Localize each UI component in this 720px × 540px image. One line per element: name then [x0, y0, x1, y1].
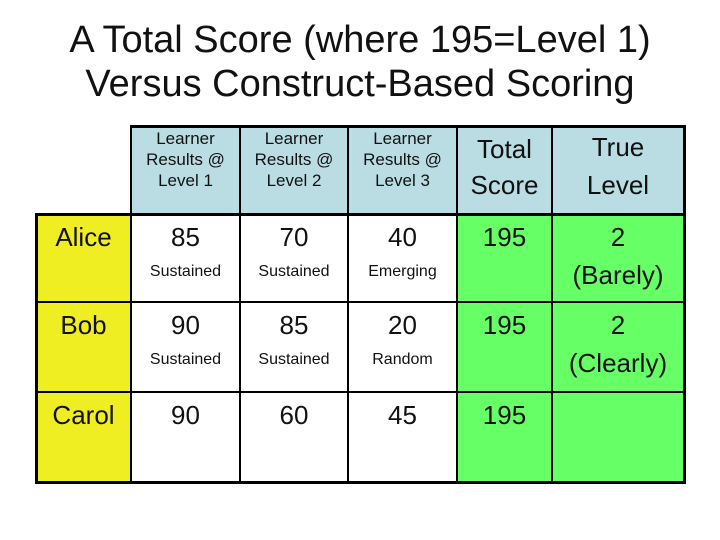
score-label: Sustained: [149, 351, 222, 368]
alice-level-2: 70 Sustained: [240, 214, 348, 302]
grid-line: [35, 391, 686, 393]
carol-level-1: 90: [131, 392, 240, 482]
grid-line: [35, 213, 38, 484]
total-value: 195: [482, 222, 527, 252]
header-text: Learner: [264, 129, 324, 148]
header-text: Results @: [146, 150, 225, 169]
grid-line: [239, 125, 241, 484]
bob-level-2: 85 Sustained: [240, 302, 348, 392]
score-value: 60: [279, 400, 309, 430]
score-value: 40: [388, 222, 417, 252]
grid-line: [456, 125, 458, 484]
carol-total-score: 195: [457, 392, 552, 482]
header-text: Score: [470, 170, 539, 200]
score-value: 90: [171, 310, 200, 340]
header-text: Total: [477, 134, 532, 164]
score-value: 20: [388, 310, 417, 340]
alice-total-score: 195: [457, 214, 552, 302]
header-text: Learner: [373, 129, 432, 148]
header-level-3: Learner Results @ Level 3: [348, 126, 457, 214]
score-label: Sustained: [258, 263, 330, 280]
row-name-carol: Carol: [36, 392, 131, 482]
header-level-2: Learner Results @ Level 2: [240, 126, 348, 214]
true-level-qualifier: (Barely): [572, 260, 664, 290]
true-level-value: 2: [610, 222, 626, 252]
header-text: Level 2: [266, 171, 322, 190]
bob-level-1: 90 Sustained: [131, 302, 240, 392]
score-label: Emerging: [368, 263, 437, 280]
score-value: 45: [388, 400, 417, 430]
learner-name: Carol: [52, 400, 115, 430]
header-text: Results @: [254, 150, 334, 169]
score-value: 90: [171, 400, 200, 430]
header-text: Learner: [156, 129, 215, 148]
header-text: Level: [586, 170, 650, 200]
score-value: 85: [279, 310, 309, 340]
row-name-alice: Alice: [36, 214, 131, 302]
alice-true-level: 2 (Barely): [552, 214, 684, 302]
header-text: True: [591, 132, 645, 162]
alice-level-1: 85 Sustained: [131, 214, 240, 302]
grid-line: [130, 125, 686, 128]
carol-level-3: 45: [348, 392, 457, 482]
bob-total-score: 195: [457, 302, 552, 392]
scoring-table: Learner Results @ Level 1 Learner Result…: [0, 0, 720, 540]
score-label: Sustained: [258, 351, 330, 368]
row-name-bob: Bob: [36, 302, 131, 392]
header-text: Level 1: [158, 171, 213, 190]
true-level-value: 2: [610, 310, 626, 340]
header-text: Results @: [363, 150, 442, 169]
header-level-1: Learner Results @ Level 1: [131, 126, 240, 214]
grid-line: [551, 125, 553, 484]
total-value: 195: [482, 310, 527, 340]
bob-level-3: 20 Random: [348, 302, 457, 392]
total-value: 195: [482, 400, 527, 430]
header-total-score: Total Score: [457, 126, 552, 214]
grid-line: [347, 125, 349, 484]
learner-name: Bob: [60, 310, 107, 340]
grid-line: [35, 481, 686, 484]
score-label: Sustained: [149, 263, 222, 280]
grid-line: [35, 213, 686, 216]
header-text: Level 3: [375, 171, 430, 190]
true-level-qualifier: (Clearly): [568, 348, 668, 378]
score-value: 85: [171, 222, 200, 252]
alice-level-3: 40 Emerging: [348, 214, 457, 302]
carol-level-2: 60: [240, 392, 348, 482]
score-label: Random: [372, 351, 433, 368]
score-value: 70: [279, 222, 309, 252]
bob-true-level: 2 (Clearly): [552, 302, 684, 392]
grid-line: [683, 125, 686, 484]
grid-line: [130, 125, 132, 484]
grid-line: [35, 301, 686, 303]
carol-true-level: [552, 392, 684, 482]
learner-name: Alice: [55, 222, 112, 252]
header-true-level: True Level: [552, 126, 684, 214]
